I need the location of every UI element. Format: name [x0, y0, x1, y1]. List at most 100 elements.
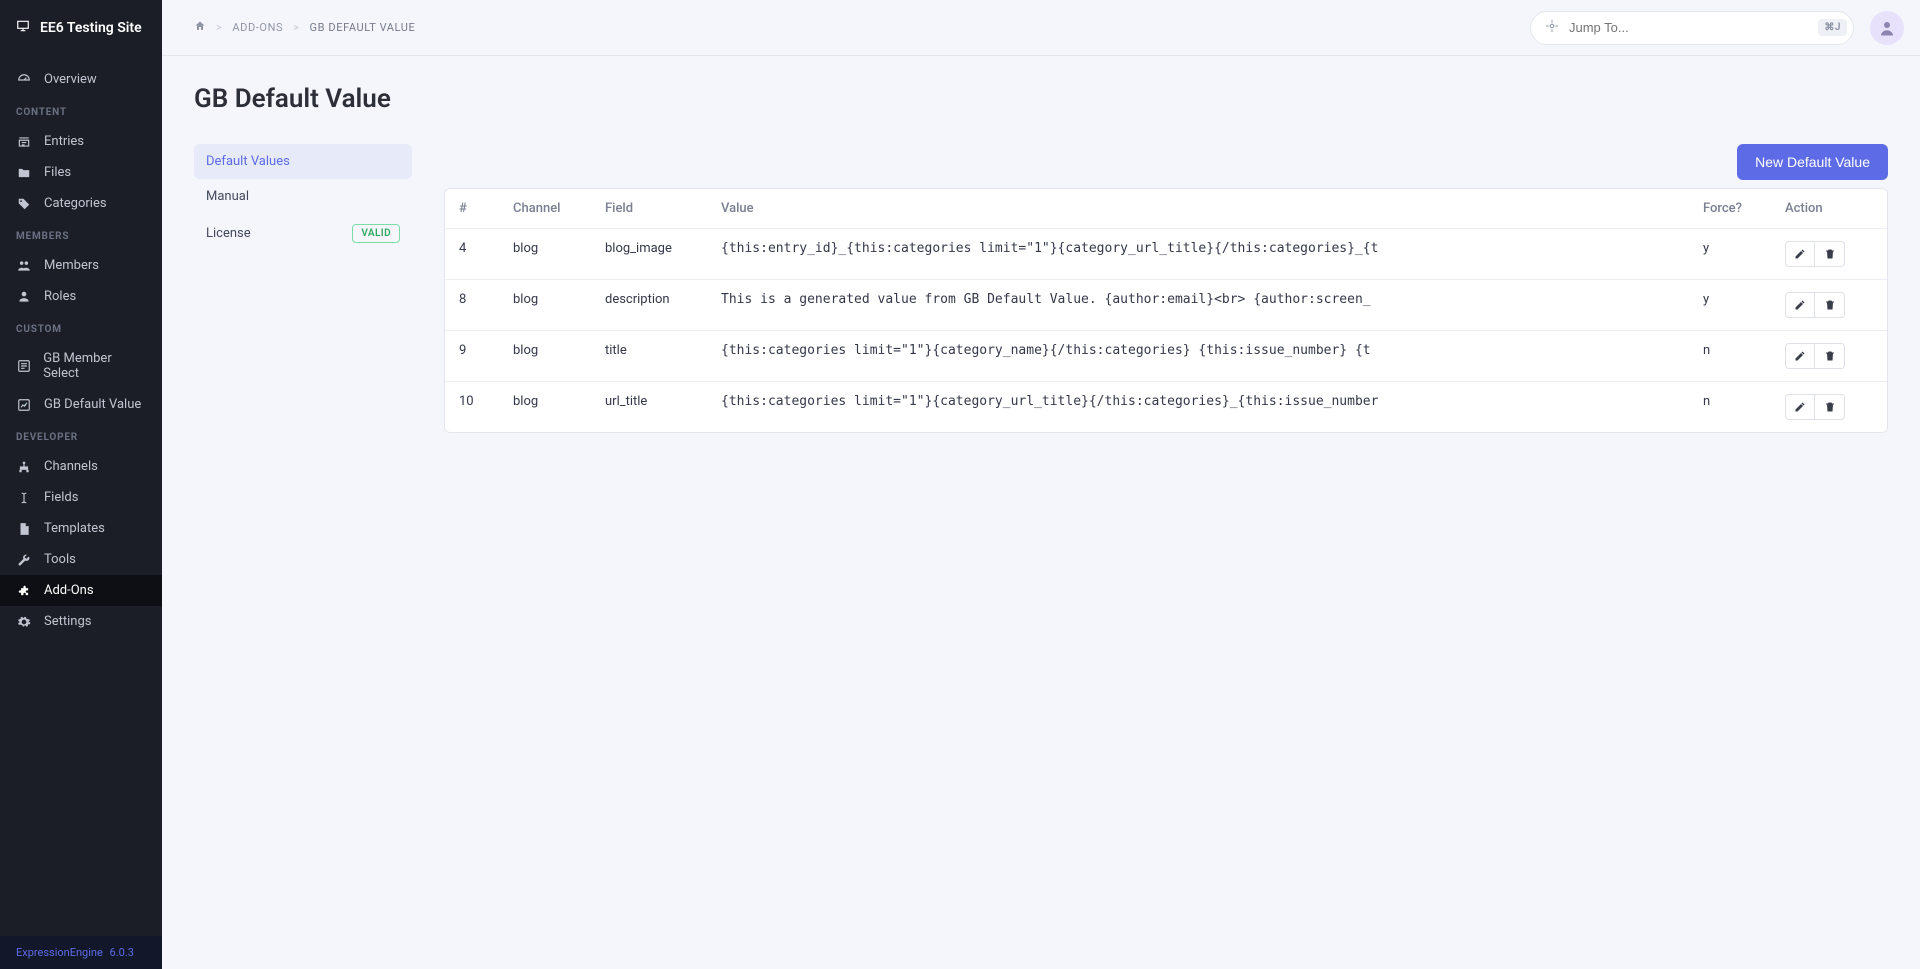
- folder-icon: [16, 166, 32, 180]
- nav-item-tools[interactable]: Tools: [0, 544, 162, 575]
- nav-header: DEVELOPER: [0, 420, 162, 451]
- dashboard-icon: [16, 73, 32, 87]
- nav-item-categories[interactable]: Categories: [0, 188, 162, 219]
- col-action: Action: [1771, 189, 1887, 228]
- nav-overview[interactable]: Overview: [0, 64, 162, 95]
- pencil-icon: [1794, 401, 1806, 413]
- nav-label: Fields: [44, 490, 78, 505]
- nav-header: MEMBERS: [0, 219, 162, 250]
- jump-search[interactable]: ⌘J: [1530, 11, 1854, 45]
- cell-field: blog_image: [591, 229, 707, 279]
- col-field[interactable]: Field: [591, 189, 707, 228]
- nav-item-entries[interactable]: Entries: [0, 126, 162, 157]
- wrench-icon: [16, 553, 32, 567]
- sidebar: EE6 Testing Site Overview CONTENT Entries F…: [0, 0, 162, 969]
- home-icon[interactable]: [194, 20, 206, 35]
- sidebar-footer: ExpressionEngine 6.0.3: [0, 936, 162, 969]
- nav-header: CUSTOM: [0, 312, 162, 343]
- nav-label: Roles: [44, 289, 76, 304]
- nav-item-templates[interactable]: Templates: [0, 513, 162, 544]
- cell-value: {this:categories limit="1"}{category_nam…: [707, 331, 1689, 381]
- nav-item-files[interactable]: Files: [0, 157, 162, 188]
- nav-label: Add-Ons: [44, 583, 94, 598]
- jump-input[interactable]: [1569, 20, 1808, 35]
- cell-id: 8: [445, 280, 499, 330]
- breadcrumb-item: GB DEFAULT VALUE: [310, 21, 416, 34]
- sitemap-icon: [16, 460, 32, 474]
- trash-icon: [1824, 299, 1836, 311]
- page-title: GB Default Value: [194, 84, 1888, 114]
- cell-channel: blog: [499, 280, 591, 330]
- delete-button[interactable]: [1815, 394, 1845, 420]
- col-id[interactable]: #: [445, 189, 499, 228]
- cell-action: [1771, 331, 1887, 381]
- delete-button[interactable]: [1815, 292, 1845, 318]
- col-channel[interactable]: Channel: [499, 189, 591, 228]
- nav-item-add-ons[interactable]: Add-Ons: [0, 575, 162, 606]
- edit-button[interactable]: [1785, 292, 1815, 318]
- nav-item-settings[interactable]: Settings: [0, 606, 162, 637]
- nav-label: Overview: [44, 72, 97, 87]
- sidebar-nav: Overview CONTENT Entries Files Categories MEM…: [0, 56, 162, 936]
- cell-channel: blog: [499, 382, 591, 432]
- col-force[interactable]: Force?: [1689, 189, 1771, 228]
- nav-label: Categories: [44, 196, 107, 211]
- breadcrumb-separator: >: [216, 21, 222, 34]
- table-header: # Channel Field Value Force? Action: [445, 189, 1887, 228]
- tab-license[interactable]: LicenseVALID: [194, 214, 412, 253]
- edit-button[interactable]: [1785, 343, 1815, 369]
- breadcrumb-separator: >: [293, 21, 299, 34]
- delete-button[interactable]: [1815, 343, 1845, 369]
- cell-field: title: [591, 331, 707, 381]
- site-title: EE6 Testing Site: [40, 20, 142, 36]
- col-value[interactable]: Value: [707, 189, 1689, 228]
- nav-label: Entries: [44, 134, 84, 149]
- trash-icon: [1824, 401, 1836, 413]
- nav-item-fields[interactable]: Fields: [0, 482, 162, 513]
- puzzle-icon: [16, 584, 32, 598]
- table-row: 4 blog blog_image {this:entry_id}_{this:…: [445, 228, 1887, 279]
- avatar[interactable]: [1870, 11, 1904, 45]
- members-icon: [16, 259, 32, 273]
- pencil-icon: [1794, 299, 1806, 311]
- status-badge: VALID: [352, 224, 400, 243]
- site-title-bar[interactable]: EE6 Testing Site: [0, 0, 162, 56]
- nav-item-roles[interactable]: Roles: [0, 281, 162, 312]
- cell-force: y: [1689, 229, 1771, 279]
- edit-button[interactable]: [1785, 394, 1815, 420]
- new-default-value-button[interactable]: New Default Value: [1737, 144, 1888, 180]
- cell-action: [1771, 229, 1887, 279]
- nav-item-gb-member-select[interactable]: GB Member Select: [0, 343, 162, 389]
- table-row: 9 blog title {this:categories limit="1"}…: [445, 330, 1887, 381]
- product-link[interactable]: ExpressionEngine: [16, 946, 103, 959]
- tab-label: Default Values: [206, 154, 290, 169]
- nav-item-members[interactable]: Members: [0, 250, 162, 281]
- version-text: 6.0.3: [110, 946, 134, 959]
- data-table: # Channel Field Value Force? Action 4 bl…: [444, 188, 1888, 433]
- table-row: 10 blog url_title {this:categories limit…: [445, 381, 1887, 432]
- cell-force: n: [1689, 382, 1771, 432]
- topbar: > ADD-ONS > GB DEFAULT VALUE ⌘J: [162, 0, 1920, 56]
- nav-item-gb-default-value[interactable]: GB Default Value: [0, 389, 162, 420]
- nav-label: Members: [44, 258, 99, 273]
- cell-value: {this:entry_id}_{this:categories limit="…: [707, 229, 1689, 279]
- cell-id: 10: [445, 382, 499, 432]
- cell-action: [1771, 280, 1887, 330]
- trash-icon: [1824, 350, 1836, 362]
- breadcrumb-item[interactable]: ADD-ONS: [232, 21, 283, 34]
- cell-action: [1771, 382, 1887, 432]
- select-box-icon: [16, 359, 31, 373]
- delete-button[interactable]: [1815, 241, 1845, 267]
- nav-header: CONTENT: [0, 95, 162, 126]
- cell-force: y: [1689, 280, 1771, 330]
- target-icon: [1545, 19, 1559, 37]
- trash-icon: [1824, 248, 1836, 260]
- edit-button[interactable]: [1785, 241, 1815, 267]
- cell-field: url_title: [591, 382, 707, 432]
- tab-default-values[interactable]: Default Values: [194, 144, 412, 179]
- cell-id: 9: [445, 331, 499, 381]
- nav-item-channels[interactable]: Channels: [0, 451, 162, 482]
- tab-manual[interactable]: Manual: [194, 179, 412, 214]
- shortcut-badge: ⌘J: [1818, 19, 1847, 36]
- cell-channel: blog: [499, 331, 591, 381]
